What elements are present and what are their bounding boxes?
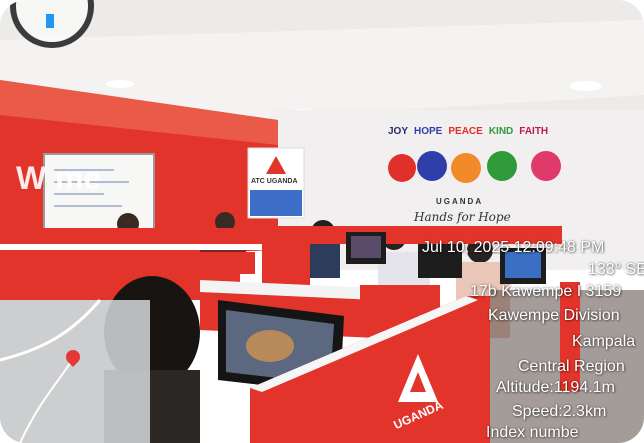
photo-scene: W me JOY HOPE PEACE KIND FAITH UGANDA Ha… bbox=[0, 0, 644, 443]
overlay-speed: Speed:2.3km bbox=[512, 403, 607, 420]
compass-needle bbox=[46, 14, 54, 28]
slogan-word: JOY bbox=[388, 126, 409, 137]
map-widget bbox=[0, 300, 150, 443]
overlay-datetime: Jul 10, 2025 12:09:48 PM bbox=[422, 239, 605, 256]
slogan-word: PEACE bbox=[448, 126, 483, 137]
overlay-division: Kawempe Division bbox=[488, 307, 620, 324]
room-photo bbox=[0, 0, 644, 443]
cubicle-divider bbox=[0, 252, 255, 274]
banner-brand: ATC UGANDA bbox=[251, 178, 298, 185]
slogan-word: KIND bbox=[488, 126, 514, 137]
slogan-word: FAITH bbox=[519, 126, 549, 137]
slogan-word: HOPE bbox=[414, 126, 443, 137]
cubicle-divider bbox=[0, 228, 265, 244]
slogan: JOY HOPE PEACE KIND FAITH bbox=[388, 126, 548, 137]
overlay-heading: 133° SE bbox=[588, 261, 644, 278]
overlay-address: 17b Kawempe I 3159 bbox=[470, 283, 622, 300]
program-label: Hands for Hope bbox=[414, 210, 511, 224]
overlay-region: Central Region bbox=[518, 358, 625, 375]
welcome-sign: W me bbox=[16, 160, 102, 196]
overlay-city: Kampala bbox=[572, 333, 636, 350]
country-label: UGANDA bbox=[436, 197, 484, 206]
overlay-index: Index numbe bbox=[486, 424, 579, 441]
ceiling-light bbox=[106, 80, 134, 88]
overlay-altitude: Altitude:1194.1m bbox=[496, 379, 615, 396]
ceiling-light bbox=[570, 81, 602, 91]
